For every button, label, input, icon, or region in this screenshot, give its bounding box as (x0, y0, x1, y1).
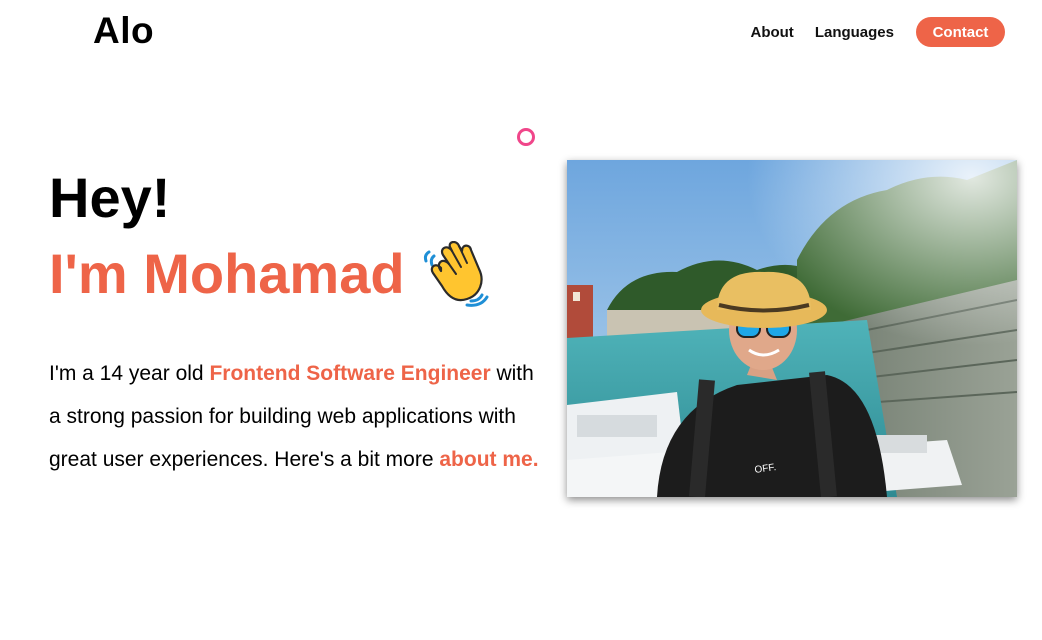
site-logo[interactable]: Alo (93, 10, 154, 52)
top-nav: About Languages Contact (729, 17, 1005, 47)
waving-hand-icon (423, 240, 491, 307)
bio-text-start: I'm a 14 year old (49, 362, 210, 385)
nav-link-about[interactable]: About (750, 24, 793, 41)
cursor-ring-icon (517, 128, 535, 146)
hero-greeting: Hey! (49, 166, 171, 229)
hero-intro: Hey! I'm Mohamad I'm a 14 year old Front… (49, 165, 549, 502)
hero-name: I'm Mohamad (49, 242, 405, 305)
hero-name-row: I'm Mohamad (49, 239, 549, 309)
bio-role-highlight: Frontend Software Engineer (209, 362, 491, 385)
contact-button[interactable]: Contact (916, 17, 1005, 47)
nav-link-languages[interactable]: Languages (815, 24, 894, 41)
about-me-link[interactable]: about me. (439, 448, 538, 471)
profile-photo: OFF. (567, 160, 1017, 497)
hero-bio: I'm a 14 year old Frontend Software Engi… (49, 352, 549, 481)
